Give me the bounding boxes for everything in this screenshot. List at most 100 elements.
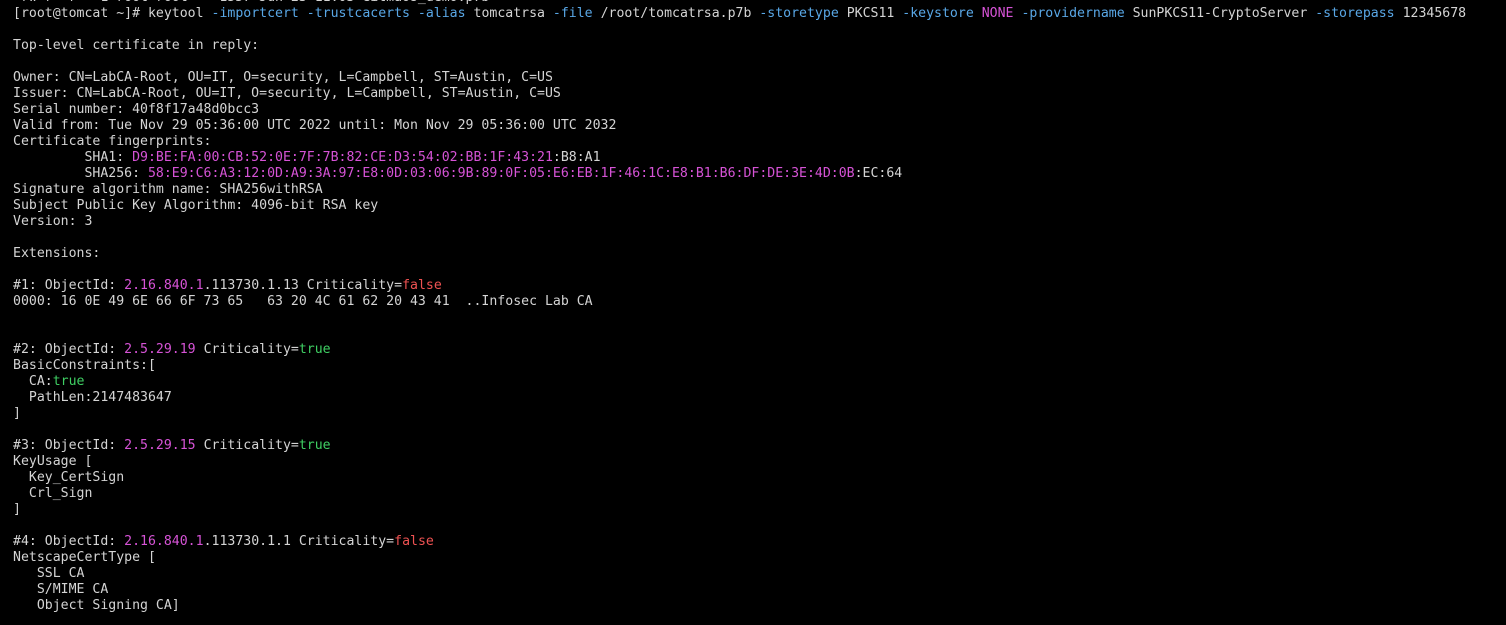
terminal-text-segment: #3: ObjectId: [13,438,125,453]
terminal-line: ] [13,406,1506,422]
terminal-line: SHA1: D9:BE:FA:00:CB:52:0E:7F:7B:82:CE:D… [13,150,1506,166]
terminal-text-segment: -storepass [1315,6,1395,21]
terminal-line: BasicConstraints:[ [13,358,1506,374]
terminal-text-segment: Object Signing CA] [13,598,180,613]
terminal-text-segment: BasicConstraints:[ [13,358,156,373]
terminal-line: Key_CertSign [13,470,1506,486]
terminal-text-segment: D9:BE:FA:00:CB:52:0E:7F:7B:82:CE:D3:54:0… [132,150,553,165]
terminal-text-segment: 2.5.29.15 [124,438,196,453]
terminal-text-segment: 12345678 [1394,6,1467,21]
terminal-text-segment: 0000: 16 0E 49 6E 66 6F 73 65 63 20 4C 6… [13,294,593,309]
terminal-scrollbar[interactable] [1496,0,1506,625]
terminal-text-segment: Owner: CN=LabCA-Root, OU=IT, O=security,… [13,70,553,85]
terminal-text-segment: S/MIME CA [13,582,109,597]
terminal-text-segment: ] [13,406,21,421]
terminal-text-segment: .113730.1.13 Criticality= [203,278,403,293]
terminal-line: Issuer: CN=LabCA-Root, OU=IT, O=security… [13,86,1506,102]
terminal-text-segment: -storetype [759,6,839,21]
terminal-line: Version: 3 [13,214,1506,230]
terminal-text-segment: #4: ObjectId: [13,534,125,549]
terminal-line: Serial number: 40f8f17a48d0bcc3 [13,102,1506,118]
terminal-line: Valid from: Tue Nov 29 05:36:00 UTC 2022… [13,118,1506,134]
terminal-text-segment: Criticality= [195,438,299,453]
terminal-text-segment: -importcert -trustcacerts -alias [211,6,466,21]
terminal-text-segment: SHA256: [13,166,148,181]
terminal-text-segment: 58:E9:C6:A3:12:0D:A9:3A:97:E8:0D:03:06:9… [147,166,855,181]
terminal-text-segment: false [394,534,434,549]
terminal-line: #4: ObjectId: 2.16.840.1.113730.1.1 Crit… [13,534,1506,550]
terminal-text-segment: PKCS11 [838,6,903,21]
terminal-text-segment: SunPKCS11-CryptoServer [1124,6,1316,21]
terminal-text-segment: NONE [981,6,1014,21]
terminal-text-segment: -rw-r--r-- 1 root root 1557 Jun 23 11:03… [13,0,489,5]
terminal-line: Certificate fingerprints: [13,134,1506,150]
terminal-text-segment: 2.16.840.1 [124,534,204,549]
terminal-line: CA:true [13,374,1506,390]
terminal-text-segment: 2.16.840.1 [124,278,204,293]
terminal-text-segment: Criticality= [195,342,299,357]
terminal-text-segment: tomcatrsa [465,6,553,21]
terminal-line: KeyUsage [ [13,454,1506,470]
terminal-text-segment: SHA1: [13,150,133,165]
terminal-text-segment: ] [13,502,21,517]
terminal-text-segment: Issuer: CN=LabCA-Root, OU=IT, O=security… [13,86,561,101]
terminal-line: Subject Public Key Algorithm: 4096-bit R… [13,198,1506,214]
terminal-text-segment: SSL CA [13,566,85,581]
terminal-text-segment: #2: ObjectId: [13,342,125,357]
terminal-text-segment: PathLen:2147483647 [13,390,172,405]
terminal-line: SHA256: 58:E9:C6:A3:12:0D:A9:3A:97:E8:0D… [13,166,1506,182]
terminal-line: Object Signing CA] [13,598,1506,614]
terminal-text-segment: Version: 3 [13,214,93,229]
terminal-text-segment: Extensions: [13,246,101,261]
terminal-text-segment: 2.5.29.19 [124,342,196,357]
terminal-text-segment: -file [552,6,593,21]
terminal-text-segment: -keystore [902,6,974,21]
terminal-text-segment: KeyUsage [ [13,454,93,469]
terminal-line: Owner: CN=LabCA-Root, OU=IT, O=security,… [13,70,1506,86]
terminal-text-segment: [root@tomcat ~]# keytool [13,6,212,21]
terminal-text-segment: true [52,374,85,389]
terminal-text-segment: NetscapeCertType [ [13,550,156,565]
terminal-line: 0000: 16 0E 49 6E 66 6F 73 65 63 20 4C 6… [13,294,1506,310]
terminal-line: Extensions: [13,246,1506,262]
terminal-window[interactable]: -rw-r--r-- 1 root root 1557 Jun 23 11:03… [0,0,1506,625]
terminal-text-segment: Valid from: Tue Nov 29 05:36:00 UTC 2022… [13,118,617,133]
terminal-text-segment: CA: [13,374,53,389]
terminal-line: NetscapeCertType [ [13,550,1506,566]
terminal-text-segment: Serial number: 40f8f17a48d0bcc3 [13,102,260,117]
terminal-text-segment: false [402,278,442,293]
terminal-text-segment: Signature algorithm name: SHA256withRSA [13,182,323,197]
terminal-output[interactable]: -rw-r--r-- 1 root root 1557 Jun 23 11:03… [13,0,1506,614]
terminal-text-segment: -providername [1021,6,1125,21]
terminal-line: Crl_Sign [13,486,1506,502]
terminal-text-segment: :B8:A1 [552,150,601,165]
terminal-line: #3: ObjectId: 2.5.29.15 Criticality=true [13,438,1506,454]
terminal-line: #1: ObjectId: 2.16.840.1.113730.1.13 Cri… [13,278,1506,294]
terminal-text-segment: true [298,438,331,453]
terminal-line: Signature algorithm name: SHA256withRSA [13,182,1506,198]
terminal-line: ] [13,502,1506,518]
terminal-line: PathLen:2147483647 [13,390,1506,406]
terminal-line: Top-level certificate in reply: [13,38,1506,54]
terminal-text-segment: Top-level certificate in reply: [13,38,260,53]
terminal-text-segment: Certificate fingerprints: [13,134,212,149]
terminal-text-segment: Key_CertSign [13,470,125,485]
terminal-text-segment: :EC:64 [854,166,903,181]
terminal-line: SSL CA [13,566,1506,582]
terminal-line: [root@tomcat ~]# keytool -importcert -tr… [13,6,1506,22]
terminal-line: #2: ObjectId: 2.5.29.19 Criticality=true [13,342,1506,358]
terminal-text-segment: /root/tomcatrsa.p7b [592,6,760,21]
terminal-text-segment: true [298,342,331,357]
terminal-line: S/MIME CA [13,582,1506,598]
terminal-text-segment: #1: ObjectId: [13,278,125,293]
terminal-text-segment: Crl_Sign [13,486,93,501]
terminal-text-segment: Subject Public Key Algorithm: 4096-bit R… [13,198,379,213]
